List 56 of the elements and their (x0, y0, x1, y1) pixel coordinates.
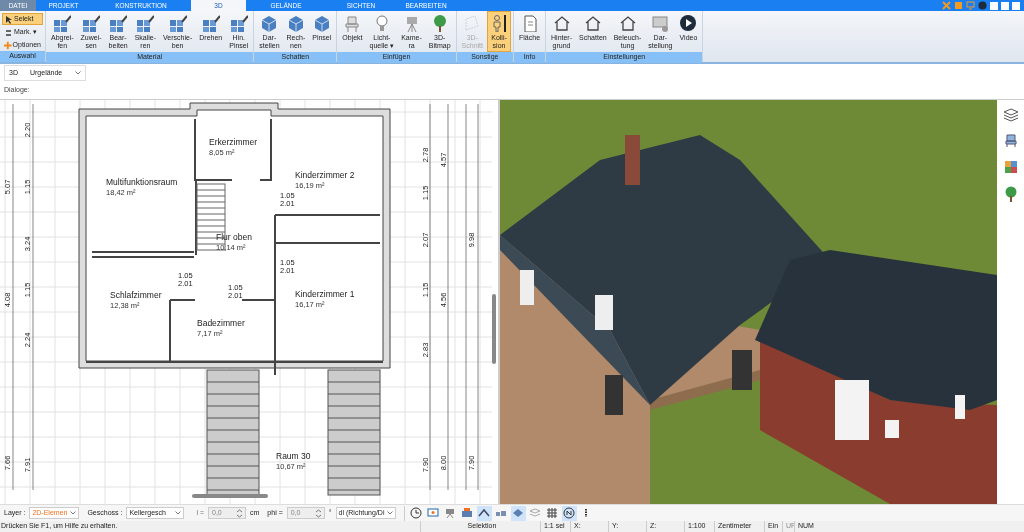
toolbar-toggle[interactable] (408, 505, 424, 521)
roof-icon (478, 507, 491, 519)
room-name: Schlafzimmer (110, 290, 162, 300)
room-name: Flur oben (216, 232, 252, 242)
spinner-icon (237, 508, 242, 518)
layers-icon[interactable] (1002, 108, 1019, 122)
room-name: Kinderzimmer 2 (295, 170, 355, 180)
plus-icon (4, 40, 12, 50)
restore-button[interactable] (1001, 1, 1009, 10)
horizontal-scrollbar[interactable] (192, 494, 268, 498)
spinner-icon (315, 508, 321, 518)
close-button[interactable] (1012, 1, 1020, 10)
chevron-icon (75, 71, 81, 75)
toolbar-toggle[interactable] (561, 505, 577, 521)
north-icon (563, 507, 576, 519)
clock-icon (410, 507, 423, 519)
toolbar-toggle[interactable] (476, 505, 492, 521)
cursor-icon (4, 14, 13, 24)
toolbar-toggle[interactable] (544, 505, 560, 521)
room-name: Kinderzimmer 1 (295, 289, 355, 299)
frame-icon (463, 14, 482, 32)
camera-icon (444, 507, 457, 519)
house-icon (583, 14, 602, 32)
tiles-icon (201, 14, 220, 32)
monitor-icon (651, 14, 670, 32)
texture-icon[interactable] (1003, 160, 1018, 174)
cube-icon (260, 14, 279, 32)
tiles-icon (168, 14, 187, 32)
chair-icon[interactable] (1003, 134, 1018, 148)
tiles-icon (82, 14, 101, 32)
toolbar-toggle[interactable] (510, 505, 526, 521)
grid-icon (546, 507, 559, 519)
layer-icon (512, 507, 525, 519)
room-name: Erkerzimmer (209, 137, 258, 147)
chair-icon (343, 14, 362, 32)
tiles-icon (109, 14, 128, 32)
chevron-icon (175, 511, 182, 515)
house-icon (552, 14, 571, 32)
house-icon (618, 14, 637, 32)
stack-icon (529, 507, 542, 519)
cube-icon (286, 14, 305, 32)
play-icon (679, 14, 698, 32)
minimize-button[interactable] (990, 1, 998, 10)
tiles-icon (229, 14, 248, 32)
tree-icon[interactable] (1003, 186, 1018, 202)
tiles-icon (136, 14, 155, 32)
printer-icon (461, 507, 474, 519)
room-name: Raum 30 (276, 451, 311, 461)
figure-icon (490, 14, 508, 32)
vertical-scrollbar[interactable] (492, 294, 496, 364)
tiles-icon (53, 14, 72, 32)
room-name: Multifunktionsraum (106, 177, 178, 187)
chevron-icon (386, 511, 393, 515)
chevron-icon (70, 511, 77, 515)
cube-icon (312, 14, 331, 32)
room-name: Badezimmer (197, 318, 245, 328)
